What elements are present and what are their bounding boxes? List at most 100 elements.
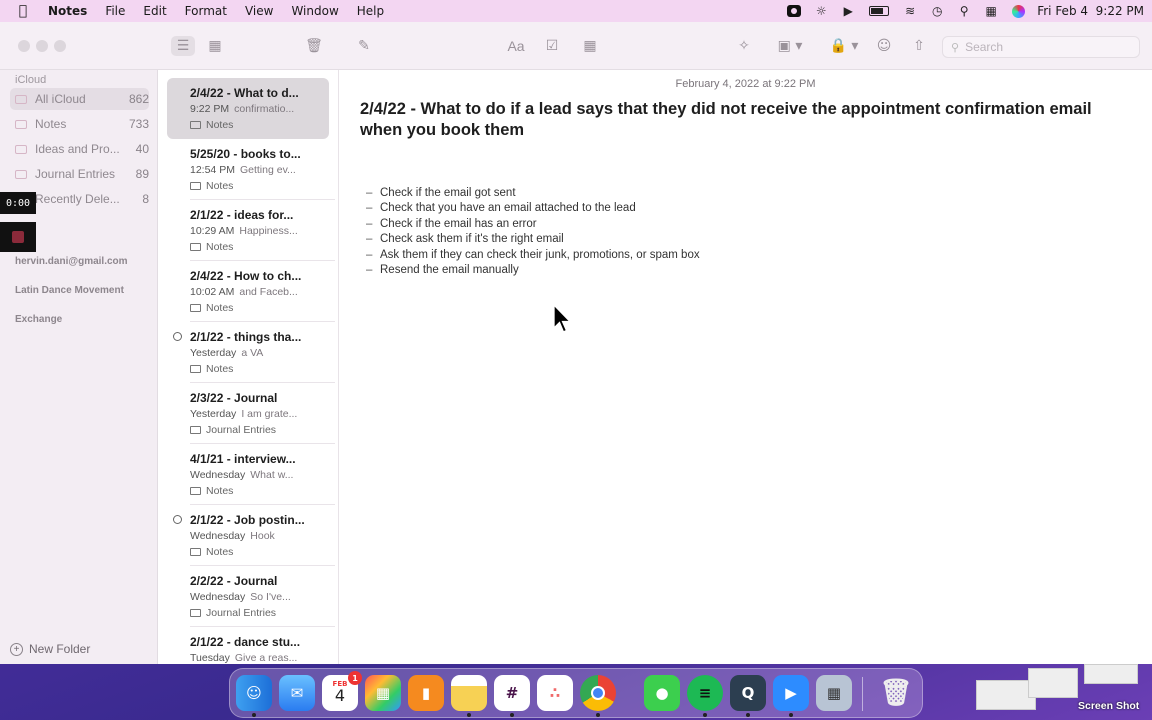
wifi-icon[interactable]: ≋: [902, 4, 918, 18]
notes-window: ☰ ▦ 🗑 ✎ Aa ☑ ▦ ✧ ▣ ▾ 🔒 ▾ ☺ ⇧ ⚲ iCloud Al…: [0, 22, 1152, 664]
recording-timer: 0:00: [0, 192, 36, 214]
dock: ☺ ✉ FEB 4 1 ▦ ▮ # ∴ ● ≡ Q ▶ ▦ 🗑: [229, 668, 923, 718]
control-center-icon[interactable]: ▦: [983, 4, 999, 18]
trash-icon[interactable]: 🗑: [878, 675, 914, 711]
minimize-window-button[interactable]: [36, 40, 48, 52]
screenshot-thumbnail[interactable]: [1084, 664, 1138, 684]
folder-icon: [190, 182, 201, 190]
account-gmail[interactable]: hervin.dani@gmail.com: [15, 256, 128, 267]
account-latin-dance[interactable]: Latin Dance Movement: [15, 285, 124, 296]
menu-edit[interactable]: Edit: [134, 4, 175, 18]
table-icon[interactable]: ▦: [578, 36, 602, 56]
screen-record-icon[interactable]: [786, 4, 802, 18]
dock-separator: [862, 677, 863, 711]
screenshot-file-label[interactable]: Screen Shot: [1078, 700, 1139, 712]
folder-ideas[interactable]: Ideas and Pro... 40: [10, 138, 149, 160]
note-item[interactable]: 2/1/22 - Job postin... Wednesday Hook Not…: [167, 505, 335, 566]
search-field[interactable]: ⚲: [942, 36, 1140, 58]
note-item[interactable]: 2/1/22 - dance stu... Tuesday Give a reas…: [167, 627, 329, 664]
note-item[interactable]: 2/4/22 - What to d... 9:22 PM confirmatio…: [167, 78, 329, 139]
compose-note-icon[interactable]: ✎: [352, 36, 376, 56]
screenshot-thumbnail[interactable]: [1028, 668, 1078, 698]
delete-trash-icon[interactable]: 🗑: [302, 36, 326, 56]
menu-format[interactable]: Format: [176, 4, 236, 18]
search-input[interactable]: [965, 40, 1126, 54]
folder-icon: [190, 304, 201, 312]
note-item[interactable]: 2/2/22 - Journal Wednesday So I've... Jou…: [167, 566, 335, 627]
folder-journal-entries[interactable]: Journal Entries 89: [10, 163, 149, 185]
note-item[interactable]: 2/3/22 - Journal Yesterday I am grate... …: [167, 383, 335, 444]
note-item[interactable]: 5/25/20 - books to... 12:54 PM Getting ev…: [167, 139, 335, 200]
checklist-icon[interactable]: ☑: [540, 36, 564, 56]
play-icon[interactable]: ▶: [840, 4, 856, 18]
chrome-icon[interactable]: [580, 675, 616, 711]
time-machine-icon[interactable]: ◷: [929, 4, 945, 18]
notification-badge: 1: [348, 671, 362, 685]
list-view-icon[interactable]: ☰: [171, 36, 195, 56]
books-icon[interactable]: ▮: [408, 675, 444, 711]
list-item: – Check if the email has an error: [366, 217, 537, 230]
note-item[interactable]: 2/1/22 - things tha... Yesterday a VA Not…: [167, 322, 335, 383]
collaborate-icon[interactable]: ✧: [732, 36, 756, 56]
gallery-view-icon[interactable]: ▦: [203, 36, 227, 56]
folder-icon: [190, 243, 201, 251]
preview-icon[interactable]: ▦: [816, 675, 852, 711]
toolbar: ☰ ▦ 🗑 ✎ Aa ☑ ▦ ✧ ▣ ▾ 🔒 ▾ ☺ ⇧ ⚲: [0, 22, 1152, 70]
menu-window[interactable]: Window: [282, 4, 347, 18]
mail-icon[interactable]: ✉: [279, 675, 315, 711]
folder-icon: [15, 144, 27, 154]
account-exchange[interactable]: Exchange: [15, 314, 62, 325]
menu-help[interactable]: Help: [348, 4, 393, 18]
folder-all-icloud[interactable]: All iCloud 862: [10, 88, 149, 110]
format-text-button[interactable]: Aa: [504, 36, 528, 56]
note-list: 2/4/22 - What to d... 9:22 PM confirmatio…: [158, 70, 339, 664]
folder-icon: [190, 487, 201, 495]
zoom-icon[interactable]: ▶: [773, 675, 809, 711]
note-item[interactable]: 4/1/21 - interview... Wednesday What w...…: [167, 444, 335, 505]
messages-icon[interactable]: ●: [644, 675, 680, 711]
calendar-icon[interactable]: FEB 4 1: [322, 671, 362, 711]
folder-icon: [190, 426, 201, 434]
note-item[interactable]: 2/4/22 - How to ch... 10:02 AM and Faceb.…: [167, 261, 335, 322]
asana-icon[interactable]: ∴: [537, 675, 573, 711]
new-folder-button[interactable]: + New Folder: [10, 642, 90, 656]
launchpad-icon[interactable]: ▦: [365, 675, 401, 711]
folder-icon: [190, 365, 201, 373]
menu-view[interactable]: View: [236, 4, 282, 18]
folder-icon: [15, 94, 27, 104]
lock-note-icon[interactable]: 🔒 ▾: [826, 36, 862, 56]
running-indicator: [789, 713, 793, 717]
share-people-icon[interactable]: ☺: [872, 36, 896, 56]
battery-icon[interactable]: [867, 4, 891, 18]
brightness-icon[interactable]: ☼: [813, 4, 829, 18]
shared-note-icon: [173, 332, 182, 341]
quicktime-icon[interactable]: Q: [730, 675, 766, 711]
media-attach-icon[interactable]: ▣ ▾: [770, 36, 810, 56]
stop-recording-button[interactable]: [0, 222, 36, 252]
note-body[interactable]: – Check if the email got sent – Check that…: [366, 186, 700, 278]
menu-bar:  Notes File Edit Format View Window Hel…: [0, 0, 1152, 22]
finder-icon[interactable]: ☺: [236, 675, 272, 711]
spotlight-search-icon[interactable]: ⚲: [956, 4, 972, 18]
siri-icon[interactable]: [1010, 4, 1026, 18]
spotify-icon[interactable]: ≡: [687, 675, 723, 711]
running-indicator: [467, 713, 471, 717]
folder-icon: [15, 119, 27, 129]
slack-icon[interactable]: #: [494, 675, 530, 711]
menu-app-notes[interactable]: Notes: [46, 4, 96, 18]
screenshot-thumbnail[interactable]: [976, 680, 1036, 710]
menu-clock[interactable]: Fri Feb 4 9:22 PM: [1037, 4, 1144, 18]
folder-notes[interactable]: Notes 733: [10, 113, 149, 135]
list-item: – Check ask them if it's the right email: [366, 233, 564, 246]
plus-icon: +: [10, 642, 23, 656]
note-title[interactable]: 2/4/22 - What to do if a lead says that …: [360, 99, 1130, 141]
zoom-window-button[interactable]: [54, 40, 66, 52]
apple-menu-icon[interactable]: : [0, 3, 46, 19]
list-item: – Check that you have an email attached t…: [366, 202, 636, 215]
close-window-button[interactable]: [18, 40, 30, 52]
share-export-icon[interactable]: ⇧: [907, 36, 931, 56]
note-item[interactable]: 2/1/22 - ideas for... 10:29 AM Happiness.…: [167, 200, 335, 261]
menu-file[interactable]: File: [96, 4, 134, 18]
notes-app-icon[interactable]: [451, 675, 487, 711]
note-editor[interactable]: February 4, 2022 at 9:22 PM 2/4/22 - Wha…: [339, 70, 1152, 664]
